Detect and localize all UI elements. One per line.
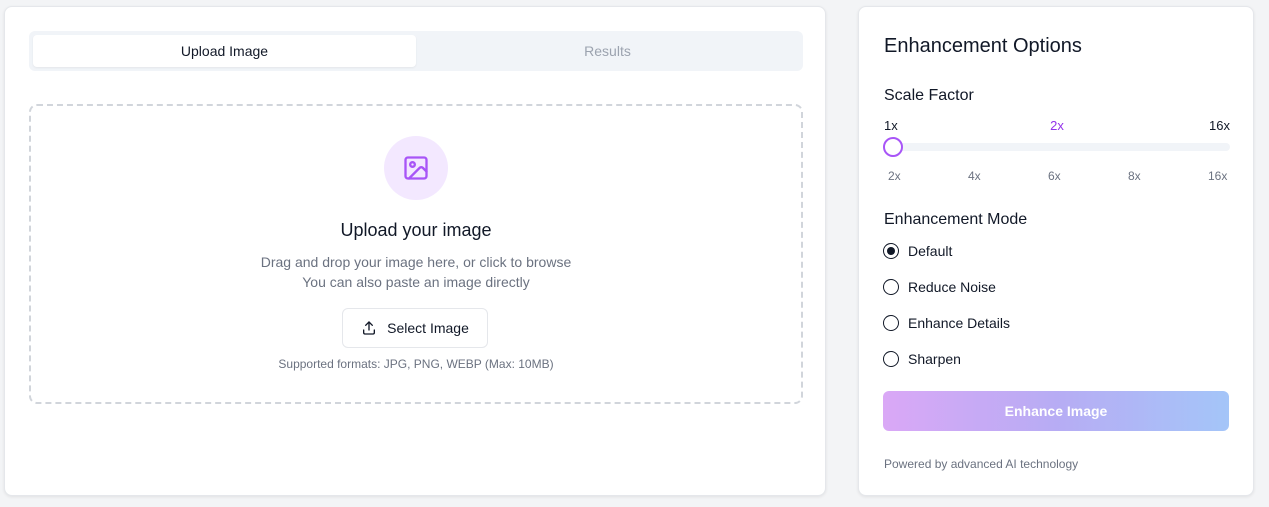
- supported-formats-text: Supported formats: JPG, PNG, WEBP (Max: …: [278, 357, 554, 371]
- enhancement-mode-title: Enhancement Mode: [884, 211, 1028, 228]
- mode-option-reduce-noise[interactable]: Reduce Noise: [883, 277, 996, 297]
- tick-label: 4x: [968, 169, 981, 183]
- tick-label: 16x: [1208, 169, 1228, 183]
- mode-option-default[interactable]: Default: [883, 241, 952, 261]
- upload-icon: [363, 321, 376, 335]
- scale-min-label: 1x: [884, 118, 898, 133]
- tick-label: 2x: [888, 169, 901, 183]
- scale-tick-labels: 2x 4x 6x 8x 16x: [884, 169, 1230, 185]
- upload-card: Upload Image Results Upload your image D…: [4, 6, 826, 496]
- mode-option-label: Enhance Details: [908, 315, 1010, 331]
- image-icon-circle: [384, 136, 448, 200]
- tab-results[interactable]: Results: [416, 35, 799, 67]
- tick-label: 6x: [1048, 169, 1061, 183]
- mode-option-label: Default: [908, 243, 953, 259]
- select-image-label: Select Image: [387, 320, 469, 336]
- radio-unselected[interactable]: [883, 351, 899, 367]
- upload-title: Upload your image: [340, 220, 492, 240]
- scale-factor-title: Scale Factor: [884, 87, 974, 104]
- upload-instructions: Drag and drop your image here, or click …: [260, 254, 572, 270]
- mode-option-label: Reduce Noise: [908, 279, 996, 295]
- image-dropzone[interactable]: Upload your image Drag and drop your ima…: [29, 104, 803, 404]
- mode-option-sharpen[interactable]: Sharpen: [883, 349, 961, 369]
- scale-slider-thumb[interactable]: [883, 137, 903, 157]
- image-icon: [404, 156, 428, 180]
- enhancement-options-card: Enhancement Options Scale Factor 1x 2x 1…: [858, 6, 1254, 496]
- tab-upload-image[interactable]: Upload Image: [33, 35, 416, 67]
- scale-labels: 1x 2x 16x: [884, 118, 1230, 136]
- mode-option-enhance-details[interactable]: Enhance Details: [883, 313, 1010, 333]
- radio-unselected[interactable]: [883, 315, 899, 331]
- enhance-image-button[interactable]: Enhance Image: [883, 391, 1229, 431]
- radio-unselected[interactable]: [883, 279, 899, 295]
- tab-bar: Upload Image Results: [29, 31, 803, 71]
- powered-by-text: Powered by advanced AI technology: [884, 457, 1079, 471]
- scale-slider-track[interactable]: [884, 143, 1230, 151]
- panel-title: Enhancement Options: [884, 35, 1082, 57]
- scale-max-label: 16x: [1209, 118, 1230, 133]
- mode-option-label: Sharpen: [908, 351, 961, 367]
- radio-selected[interactable]: [883, 243, 899, 259]
- paste-instructions: You can also paste an image directly: [302, 274, 530, 290]
- select-image-button[interactable]: Select Image: [342, 308, 488, 348]
- scale-current-value: 2x: [1050, 118, 1064, 133]
- tick-label: 8x: [1128, 169, 1141, 183]
